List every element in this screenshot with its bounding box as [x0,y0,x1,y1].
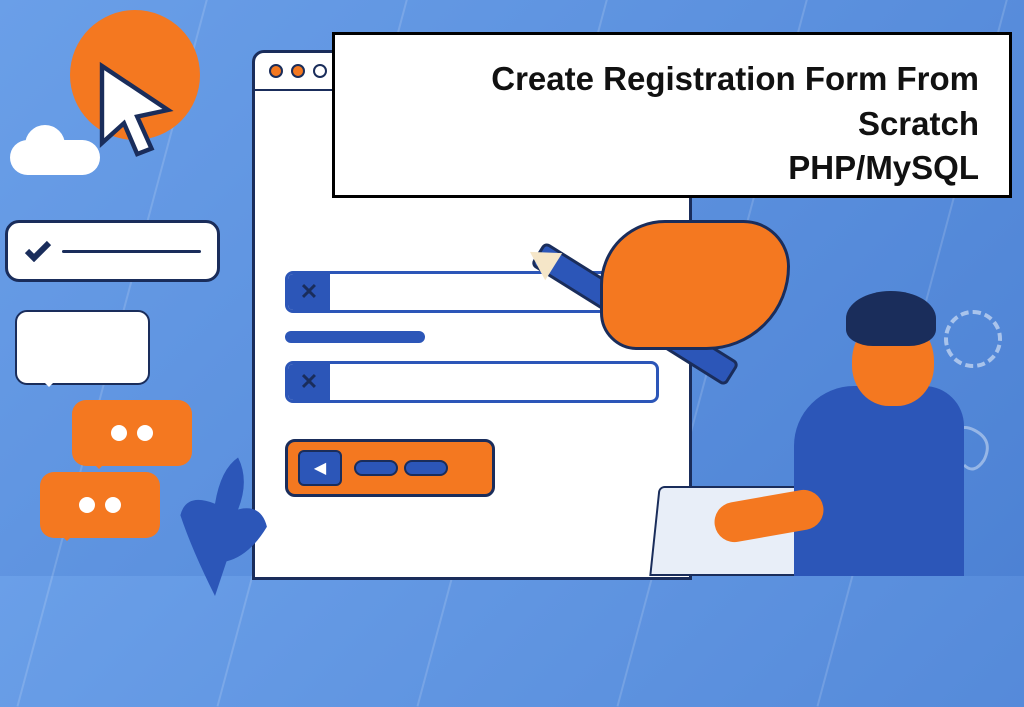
x-icon: ✕ [288,364,330,400]
title-line-2: PHP/MySQL [788,149,979,186]
pill-decoration [404,460,448,476]
x-icon: ✕ [288,274,330,310]
title-line-1: Create Registration Form From Scratch [491,60,979,142]
person-illustration [684,296,964,576]
checkmark-icon [24,240,52,262]
checkmark-field [5,220,220,282]
window-dot-icon [269,64,283,78]
divider [285,331,425,343]
leaf-decoration [155,446,275,596]
chat-bubble-decoration [40,472,160,538]
media-control: ◀ [285,439,495,497]
speech-bubble-decoration [15,310,150,385]
title-card: Create Registration Form From Scratch PH… [332,32,1012,198]
cloud-decoration [10,140,100,175]
play-left-icon: ◀ [298,450,342,486]
chat-bubble-decoration [72,400,192,466]
window-dot-icon [291,64,305,78]
pill-decoration [354,460,398,476]
window-dot-icon [313,64,327,78]
